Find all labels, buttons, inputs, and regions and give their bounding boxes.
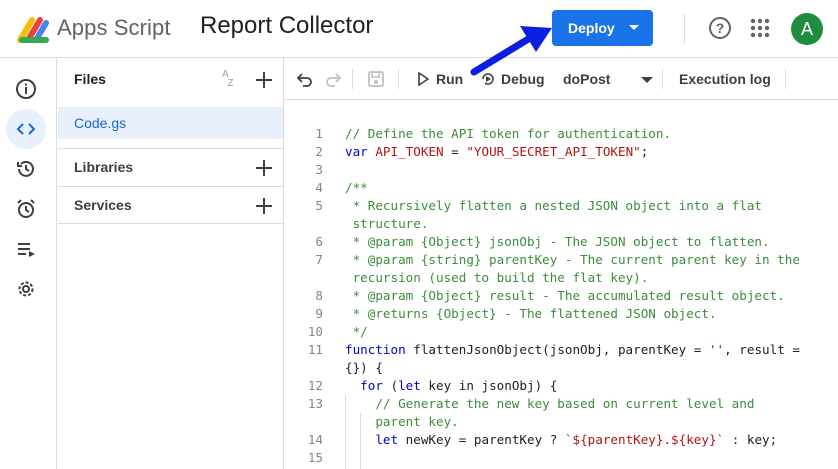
line-number: 4 — [315, 180, 323, 195]
files-panel: Files A Z Code.gs Libraries Services — [58, 58, 284, 469]
triggers-button[interactable] — [6, 189, 46, 229]
code-line[interactable]: let newKey = parentKey ? `${parentKey}.$… — [345, 431, 825, 449]
code-line[interactable]: {}) { — [345, 359, 825, 377]
services-label: Services — [74, 197, 132, 213]
execution-log-label: Execution log — [679, 71, 771, 87]
files-heading: Files — [74, 71, 106, 87]
run-button[interactable]: Run — [417, 58, 463, 100]
editor-button[interactable] — [6, 109, 46, 149]
code-line[interactable]: // Define the API token for authenticati… — [345, 125, 825, 143]
redo-icon[interactable] — [325, 71, 341, 87]
code-line[interactable]: function flattenJsonObject(jsonObj, pare… — [345, 341, 825, 359]
line-number: 5 — [315, 198, 323, 213]
history-icon — [17, 160, 34, 177]
line-number: 7 — [315, 252, 323, 267]
code-line[interactable]: * @param {string} parentKey - The curren… — [345, 251, 825, 269]
line-number: 8 — [315, 288, 323, 303]
add-file-icon[interactable] — [256, 72, 272, 88]
toolbar-divider — [662, 69, 663, 89]
code-line[interactable]: // Generate the new key based on current… — [345, 395, 825, 413]
line-number: 15 — [307, 450, 323, 465]
app-name: Apps Script — [57, 15, 171, 40]
account-avatar[interactable]: A — [791, 13, 823, 45]
file-name: Code.gs — [74, 115, 127, 131]
code-line[interactable]: parent key. — [345, 413, 825, 431]
code-line[interactable]: recursion (used to build the flat key). — [345, 269, 825, 287]
libraries-label: Libraries — [74, 159, 134, 175]
overview-button[interactable] — [6, 69, 46, 109]
libraries-section[interactable]: Libraries — [58, 148, 283, 186]
code-line[interactable]: structure. — [345, 215, 825, 233]
code-line[interactable]: * Recursively flatten a nested JSON obje… — [345, 197, 825, 215]
project-settings-button[interactable] — [6, 269, 46, 309]
deploy-label: Deploy — [568, 20, 615, 36]
function-select-value: doPost — [563, 71, 611, 87]
code-line[interactable]: */ — [345, 323, 825, 341]
toolbar-divider — [352, 69, 353, 89]
services-section[interactable]: Services — [58, 186, 283, 224]
line-number: 10 — [307, 324, 323, 339]
project-title[interactable]: Report Collector — [200, 12, 373, 40]
code-brackets-icon — [16, 123, 36, 135]
top-app-bar: Apps Script Report Collector Deploy ? A — [0, 0, 838, 58]
add-library-icon[interactable] — [256, 160, 272, 176]
code-line[interactable]: for (let key in jsonObj) { — [345, 377, 825, 395]
editor-toolbar: Run Debug doPost Execution log — [285, 58, 838, 100]
gear-icon — [18, 281, 34, 297]
toolbar-divider — [785, 69, 786, 89]
line-number: 3 — [315, 162, 323, 177]
info-icon — [16, 79, 36, 99]
help-icon[interactable]: ? — [709, 17, 731, 39]
apps-script-logo[interactable] — [16, 14, 52, 44]
line-number: 12 — [307, 378, 323, 393]
function-select[interactable]: doPost — [563, 58, 653, 100]
line-number: 13 — [307, 396, 323, 411]
executions-list-icon — [18, 243, 35, 257]
code-line[interactable]: * @param {Object} result - The accumulat… — [345, 287, 825, 305]
sort-az-icon[interactable]: A Z — [222, 70, 244, 90]
toolbar-divider — [398, 69, 399, 89]
code-line[interactable]: * @returns {Object} - The flattened JSON… — [345, 305, 825, 323]
alarm-clock-icon — [17, 199, 35, 218]
code-line[interactable]: * @param {Object} jsonObj - The JSON obj… — [345, 233, 825, 251]
line-number: 9 — [315, 306, 323, 321]
project-history-button[interactable] — [6, 149, 46, 189]
google-apps-icon[interactable] — [750, 18, 770, 38]
code-editor[interactable]: 1 2 3 4 5 6 7 8 9 10 11 12 13 14 15 // Define the API … — [285, 101, 838, 469]
line-number: 11 — [307, 342, 323, 357]
debug-label: Debug — [501, 71, 545, 87]
code-line[interactable]: var API_TOKEN = "YOUR_SECRET_API_TOKEN"; — [345, 143, 825, 161]
debug-icon — [482, 73, 494, 85]
line-number: 14 — [307, 432, 323, 447]
line-number: 2 — [315, 144, 323, 159]
left-nav-rail — [0, 58, 57, 469]
save-icon[interactable] — [367, 70, 385, 88]
execution-log-button[interactable]: Execution log — [679, 58, 771, 100]
file-item-code-gs[interactable]: Code.gs — [58, 107, 283, 139]
line-number: 1 — [315, 126, 323, 141]
header-divider — [684, 14, 685, 44]
chevron-down-icon — [629, 25, 639, 30]
add-service-icon[interactable] — [256, 198, 272, 214]
debug-button[interactable]: Debug — [480, 58, 545, 100]
code-line[interactable]: /** — [345, 179, 825, 197]
play-icon — [418, 72, 429, 86]
executions-button[interactable] — [6, 229, 46, 269]
deploy-button[interactable]: Deploy — [552, 10, 653, 46]
run-label: Run — [436, 71, 464, 87]
chevron-down-icon — [641, 77, 653, 83]
line-number: 6 — [315, 234, 323, 249]
undo-icon[interactable] — [297, 71, 313, 87]
